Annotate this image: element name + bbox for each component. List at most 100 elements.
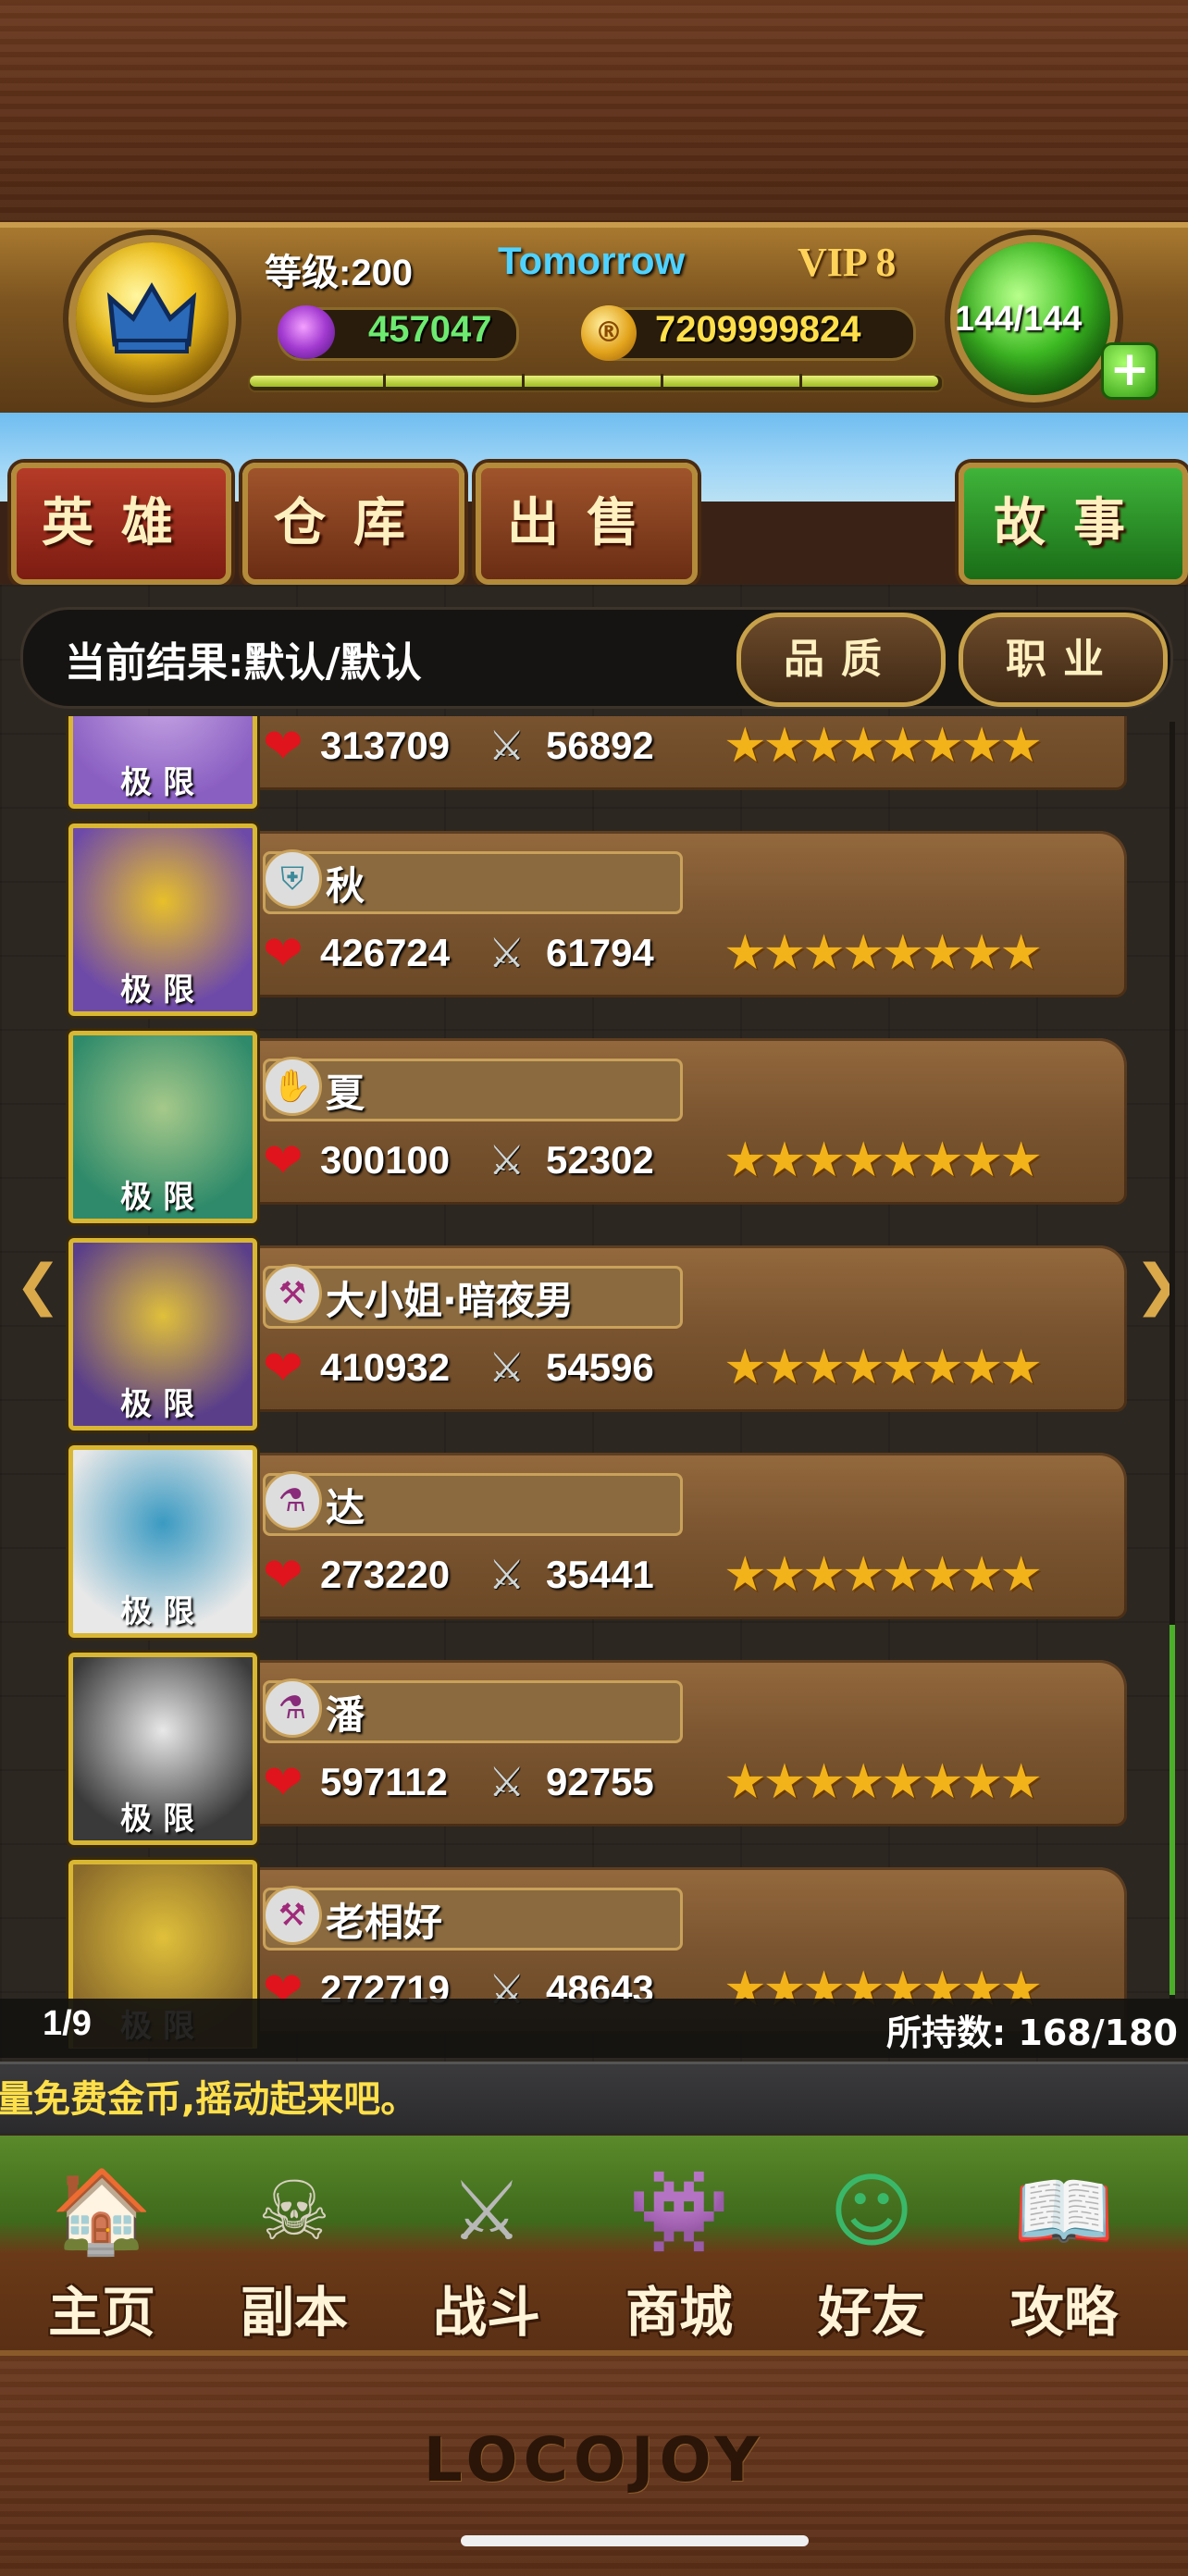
hero-attack: 92755	[546, 1760, 654, 1803]
hero-portrait[interactable]: 极限	[68, 1653, 257, 1845]
hero-name: 达	[326, 1485, 365, 1530]
nav-item[interactable]: 👾 商城	[588, 2143, 770, 2344]
prev-page-arrow-icon[interactable]: ❮	[15, 1253, 61, 1318]
hero-hp: 426724	[320, 931, 451, 974]
limit-break-label: 极限	[120, 1801, 205, 1838]
nav-item-label: 战斗	[432, 2281, 540, 2344]
crown-icon	[106, 282, 197, 353]
player-avatar-orb[interactable]	[76, 242, 229, 395]
hero-row[interactable]: 极限 ❤ 313709 ⚔ 56892 ★★★★★★★★	[0, 716, 1188, 809]
tab-sell[interactable]: 出售	[476, 463, 698, 585]
book-icon: 📖	[1013, 2163, 1115, 2259]
hero-hp: 273220	[320, 1553, 451, 1596]
hero-attack: 35441	[546, 1553, 654, 1596]
limit-break-label: 极限	[120, 764, 205, 801]
hero-attack: 54596	[546, 1345, 654, 1389]
hero-row[interactable]: 极限 ⚒ 大小姐·暗夜男 ❤ 410932 ⚔ 54596 ★★★★★★★★	[0, 1238, 1188, 1430]
page-indicator: 1/9	[43, 2004, 92, 2043]
heart-icon: ❤	[263, 1133, 303, 1189]
potion-icon: ⚗	[263, 1678, 322, 1738]
top-wood-panel	[0, 0, 1188, 231]
hero-portrait[interactable]: 极限	[68, 1031, 257, 1223]
hero-attack: 52302	[546, 1138, 654, 1182]
filter-class-button[interactable]: 职业	[959, 613, 1168, 707]
hero-name: 老相好	[326, 1900, 443, 1945]
heart-icon: ❤	[263, 1548, 303, 1604]
gold-value: 7209999824	[655, 309, 861, 350]
gem-value: 457047	[368, 309, 492, 350]
nav-item[interactable]: ☠ 副本	[204, 2143, 385, 2344]
experience-bar-divider	[522, 374, 525, 389]
claw-icon: ✋	[263, 1057, 322, 1116]
hero-row[interactable]: 极限 ⛨ 秋 ❤ 426724 ⚔ 61794 ★★★★★★★★	[0, 824, 1188, 1016]
scrollbar-thumb[interactable]	[1169, 1625, 1175, 1995]
experience-bar-divider	[799, 374, 802, 389]
friends-icon: ☺	[829, 2163, 914, 2259]
hero-row[interactable]: 极限 ⚗ 达 ❤ 273220 ⚔ 35441 ★★★★★★★★	[0, 1445, 1188, 1638]
nav-item-label: 副本	[240, 2281, 348, 2344]
nav-item-label: 好友	[817, 2281, 925, 2344]
hero-hp: 410932	[320, 1345, 451, 1389]
hero-hp: 597112	[320, 1760, 448, 1803]
hero-name: 秋	[326, 863, 365, 909]
limit-break-label: 极限	[120, 1179, 205, 1216]
limit-break-label: 极限	[120, 972, 205, 1009]
crossed-swords-icon: ⚔	[489, 1137, 526, 1184]
hero-star-rating: ★★★★★★★★	[724, 1547, 1043, 1603]
nav-item-label: 攻略	[1009, 2281, 1118, 2344]
hero-row[interactable]: 极限 ⚗ 潘 ❤ 597112 ⚔ 92755 ★★★★★★★★	[0, 1653, 1188, 1845]
heart-icon: ❤	[263, 719, 303, 774]
hero-attack: 56892	[546, 724, 654, 767]
filter-result-label: 当前结果:默认/默认	[65, 639, 422, 687]
crossed-swords-icon: ⚔	[489, 1759, 526, 1806]
heart-icon: ❤	[263, 1755, 303, 1811]
hero-name: 潘	[326, 1692, 365, 1738]
crossed-swords-icon: ⚔	[489, 930, 526, 977]
hero-row[interactable]: 极限 ✋ 夏 ❤ 300100 ⚔ 52302 ★★★★★★★★	[0, 1031, 1188, 1223]
skull-icon: ☠	[257, 2163, 331, 2259]
limit-break-label: 极限	[120, 1386, 205, 1423]
limit-break-label: 极限	[120, 1593, 205, 1630]
hero-attack: 61794	[546, 931, 654, 974]
gold-coin-icon: ®	[581, 305, 637, 361]
nav-item-label: 商城	[625, 2281, 733, 2344]
owned-count: 所持数: 168/180	[886, 2012, 1178, 2053]
experience-bar-fill	[250, 376, 938, 387]
crossed-swords-icon: ⚔	[489, 1552, 526, 1599]
hero-list[interactable]: 极限 ❤ 313709 ⚔ 56892 ★★★★★★★★ 极限 ⛨ 秋 ❤ 426724 ⚔ 61794…	[0, 716, 1188, 2049]
energy-value: 144/144	[955, 300, 1083, 339]
hero-portrait[interactable]: 极限	[68, 1445, 257, 1638]
vip-badge[interactable]: VIP 8	[798, 239, 896, 286]
tab-heroes[interactable]: 英雄	[11, 463, 231, 585]
shop-monster-icon: 👾	[628, 2163, 730, 2259]
nav-item[interactable]: 📖 攻略	[973, 2143, 1155, 2344]
experience-bar-divider	[661, 374, 663, 389]
filter-quality-button[interactable]: 品质	[736, 613, 946, 707]
sword-icon: ⚔	[450, 2163, 524, 2259]
hero-star-rating: ★★★★★★★★	[724, 1754, 1043, 1810]
nav-item[interactable]: ⚔ 战斗	[396, 2143, 577, 2344]
home-indicator[interactable]	[461, 2535, 809, 2546]
hero-portrait[interactable]: 极限	[68, 716, 257, 809]
player-name: Tomorrow	[498, 239, 686, 282]
crossed-swords-icon: ⚔	[489, 1344, 526, 1392]
hero-star-rating: ★★★★★★★★	[724, 1340, 1043, 1395]
add-energy-button[interactable]: +	[1101, 342, 1158, 400]
hero-star-rating: ★★★★★★★★	[724, 1133, 1043, 1188]
crossed-swords-icon: ⚔	[489, 723, 526, 770]
tab-story[interactable]: 故事	[959, 463, 1188, 585]
tab-storage[interactable]: 仓库	[242, 463, 464, 585]
player-level: 等级:200	[265, 253, 414, 293]
hero-portrait[interactable]: 极限	[68, 1238, 257, 1430]
publisher-logo: LOCOJOY	[423, 2424, 765, 2496]
hero-hp: 300100	[320, 1138, 451, 1182]
nav-item[interactable]: ☺ 好友	[781, 2143, 962, 2344]
axe-icon: ⚒	[263, 1264, 322, 1323]
news-ticker-text: 量免费金币,摇动起来吧。	[0, 2078, 418, 2121]
nav-item[interactable]: 🏠 主页	[11, 2143, 192, 2344]
shield-icon: ⛨	[263, 849, 322, 909]
hero-portrait[interactable]: 极限	[68, 824, 257, 1016]
gem-icon	[278, 305, 335, 359]
nav-item-label: 主页	[47, 2281, 155, 2344]
hero-hp: 313709	[320, 724, 451, 767]
